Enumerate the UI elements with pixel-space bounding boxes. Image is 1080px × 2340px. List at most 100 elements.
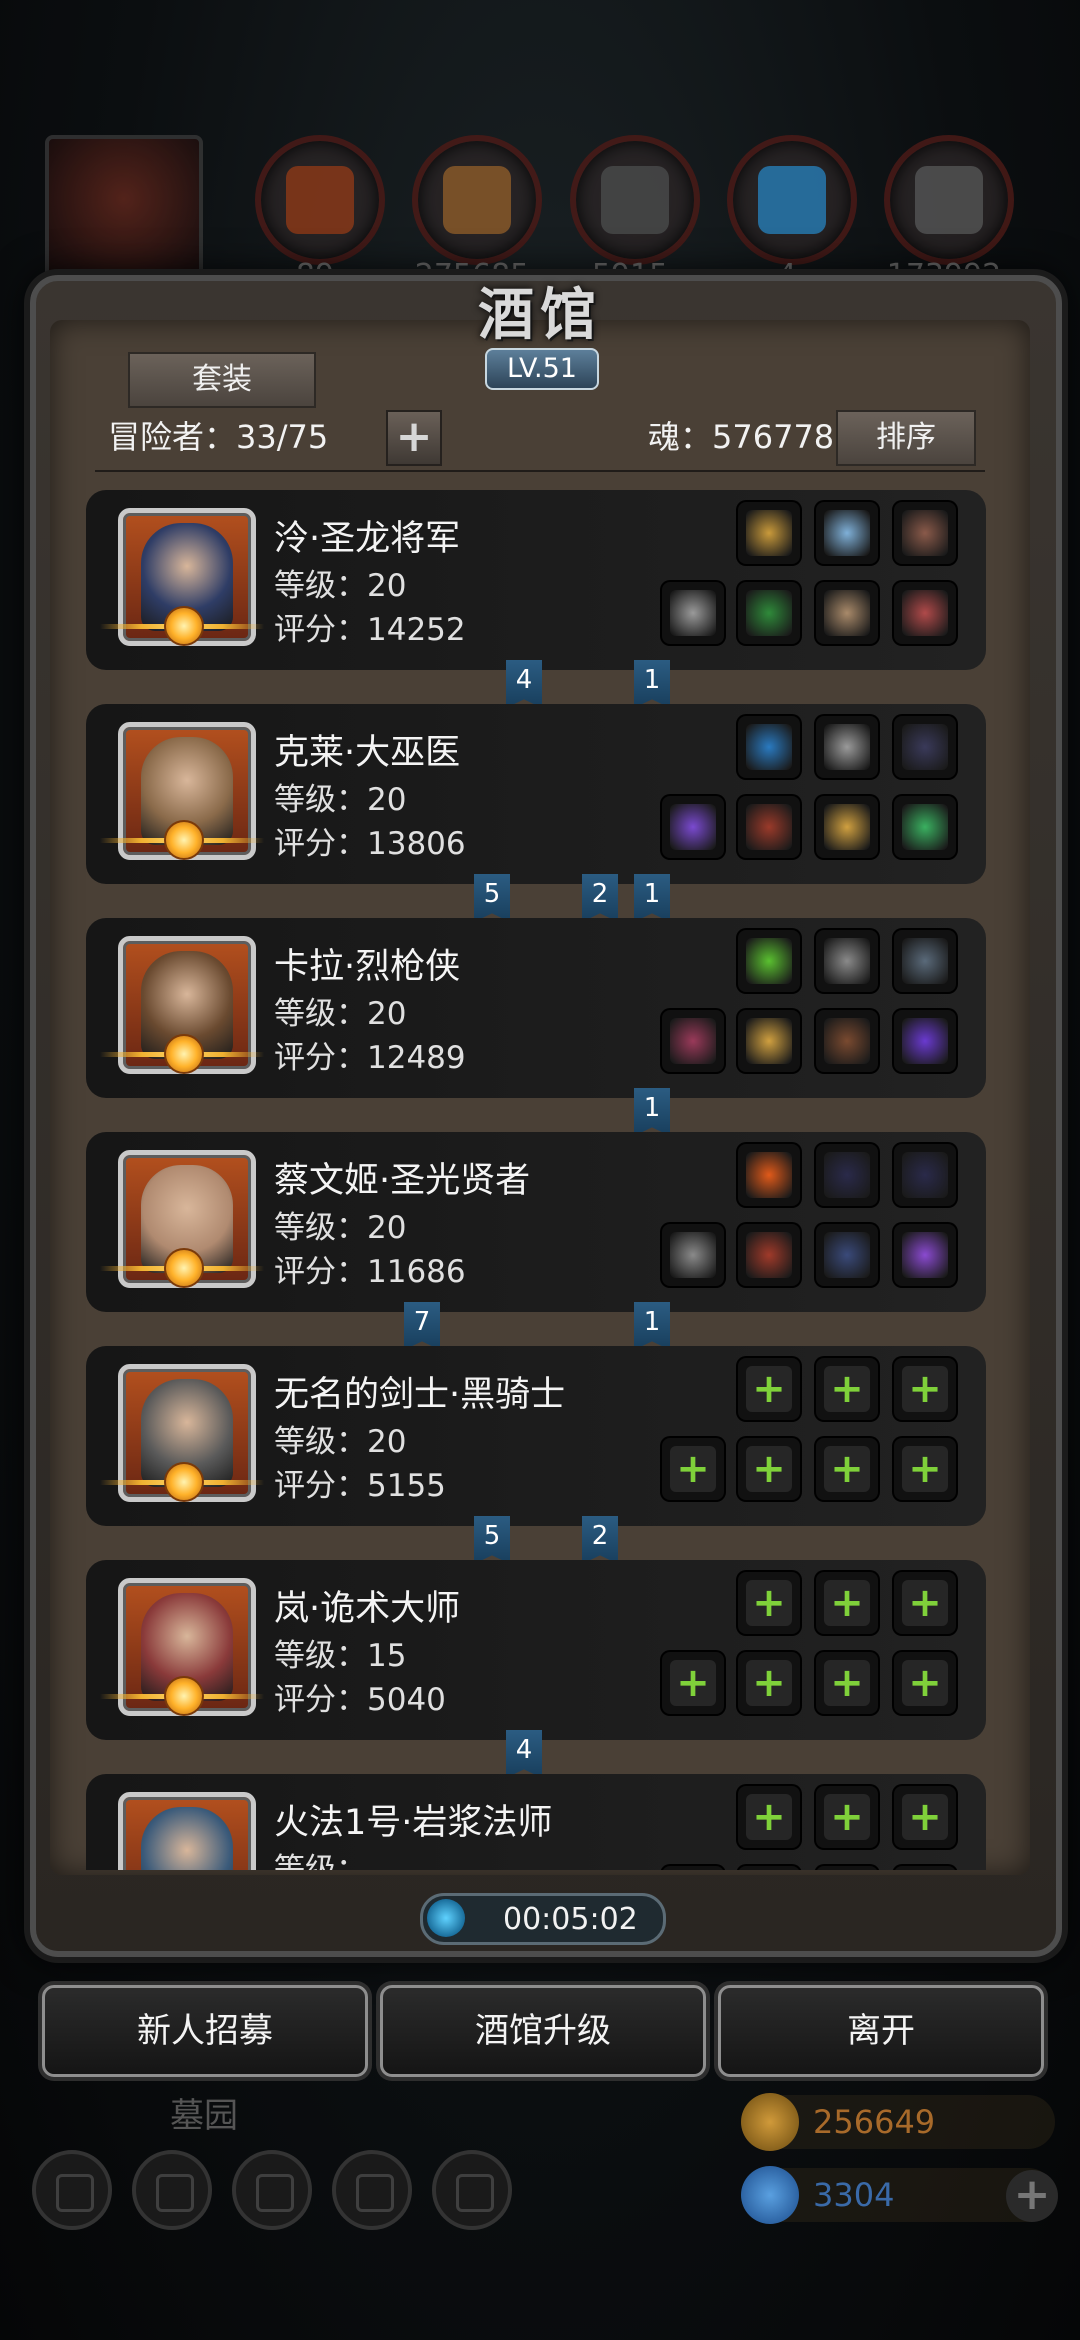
hero-row[interactable]: 火法1号·岩浆法师等级： + + + + + + + bbox=[86, 1774, 986, 1870]
hero-row[interactable]: 克莱·大巫医 等级：20 评分：13806 bbox=[86, 704, 986, 884]
empty-equip-slot[interactable]: + bbox=[816, 1866, 878, 1870]
empty-equip-slot[interactable]: + bbox=[738, 1866, 800, 1870]
equip-slot[interactable] bbox=[738, 796, 800, 858]
equip-slot[interactable] bbox=[894, 716, 956, 778]
gem-amount: 3304 bbox=[813, 2176, 895, 2214]
equip-slot[interactable] bbox=[894, 502, 956, 564]
hero-list[interactable]: 泠·圣龙将军 等级：20 评分：14252 4 1 克莱·大巫医 等级：20 评分：13806… bbox=[86, 490, 986, 1870]
empty-equip-slot[interactable]: + bbox=[816, 1358, 878, 1420]
guild-icon[interactable] bbox=[232, 2150, 312, 2230]
empty-equip-slot[interactable]: + bbox=[894, 1652, 956, 1714]
equipment-icon bbox=[746, 938, 792, 984]
hero-score: 评分：14252 bbox=[274, 612, 466, 648]
hero-name: 克莱·大巫医 bbox=[274, 733, 461, 773]
equip-slot[interactable] bbox=[894, 1010, 956, 1072]
equip-slot[interactable] bbox=[816, 502, 878, 564]
hero-level: 等级：20 bbox=[274, 1424, 407, 1460]
equip-slot[interactable] bbox=[662, 796, 724, 858]
add-equip-icon: + bbox=[662, 1866, 724, 1870]
rank-gem-icon bbox=[164, 1034, 204, 1074]
set-button[interactable]: 套装 bbox=[128, 352, 316, 408]
rank-emblem-icon bbox=[100, 820, 264, 860]
hero-row[interactable]: 卡拉·烈枪侠 等级：20 评分：12489 bbox=[86, 918, 986, 1098]
expand-capacity-button[interactable]: + bbox=[386, 410, 442, 466]
shop-icon[interactable] bbox=[432, 2150, 512, 2230]
settings-icon[interactable] bbox=[32, 2150, 112, 2230]
equipment-icon bbox=[902, 590, 948, 636]
empty-equip-slot[interactable]: + bbox=[894, 1438, 956, 1500]
equip-slot[interactable] bbox=[894, 1144, 956, 1206]
equip-slot[interactable] bbox=[738, 1144, 800, 1206]
upgrade-tavern-button[interactable]: 酒馆升级 bbox=[380, 1985, 706, 2077]
iron-resource-icon bbox=[570, 135, 700, 265]
equip-slot[interactable] bbox=[894, 930, 956, 992]
hero-level: 等级：20 bbox=[274, 1210, 407, 1246]
empty-equip-slot[interactable]: + bbox=[738, 1438, 800, 1500]
sort-button[interactable]: 排序 bbox=[836, 410, 976, 466]
empty-equip-slot[interactable]: + bbox=[738, 1358, 800, 1420]
gold-amount: 256649 bbox=[813, 2103, 936, 2141]
equip-slot[interactable] bbox=[894, 796, 956, 858]
equip-slot[interactable] bbox=[738, 1224, 800, 1286]
hero-score: 评分：11686 bbox=[274, 1254, 466, 1290]
hero-icon[interactable] bbox=[132, 2150, 212, 2230]
equip-slot[interactable] bbox=[816, 1010, 878, 1072]
empty-equip-slot[interactable]: + bbox=[894, 1786, 956, 1848]
equip-slot[interactable] bbox=[662, 582, 724, 644]
page-title: 酒馆 bbox=[478, 282, 602, 348]
empty-equip-slot[interactable]: + bbox=[662, 1438, 724, 1500]
empty-equip-slot[interactable]: + bbox=[816, 1572, 878, 1634]
add-equip-icon: + bbox=[908, 1794, 942, 1840]
timer-bar: 00:05:02 bbox=[420, 1893, 666, 1945]
equip-slot[interactable] bbox=[738, 502, 800, 564]
recruit-button[interactable]: 新人招募 bbox=[42, 1985, 368, 2077]
equip-slot[interactable] bbox=[816, 1144, 878, 1206]
empty-equip-slot[interactable]: + bbox=[662, 1652, 724, 1714]
empty-equip-slot[interactable]: + bbox=[738, 1786, 800, 1848]
equipment-icon bbox=[902, 804, 948, 850]
equip-slot[interactable] bbox=[738, 1010, 800, 1072]
hero-row[interactable]: 蔡文姬·圣光贤者 等级：20 评分：11686 bbox=[86, 1132, 986, 1312]
equip-slot[interactable] bbox=[816, 930, 878, 992]
empty-equip-slot[interactable]: + bbox=[738, 1652, 800, 1714]
equipment-icon bbox=[746, 804, 792, 850]
equipment-icon bbox=[670, 1018, 716, 1064]
rank-gem-icon bbox=[164, 1676, 204, 1716]
empty-equip-slot[interactable]: + bbox=[738, 1572, 800, 1634]
empty-equip-slot[interactable]: + bbox=[894, 1866, 956, 1870]
add-gems-button[interactable]: + bbox=[1006, 2170, 1058, 2222]
equip-slot[interactable] bbox=[894, 1224, 956, 1286]
hero-portrait[interactable] bbox=[118, 1792, 256, 1870]
equipment-icon bbox=[746, 1232, 792, 1278]
rank-gem-icon bbox=[164, 606, 204, 646]
empty-equip-slot[interactable]: + bbox=[894, 1358, 956, 1420]
add-equip-icon: + bbox=[894, 1866, 956, 1870]
equip-slot[interactable] bbox=[816, 1224, 878, 1286]
hero-row[interactable]: 泠·圣龙将军 等级：20 评分：14252 bbox=[86, 490, 986, 670]
equip-slot[interactable] bbox=[816, 796, 878, 858]
empty-equip-slot[interactable]: + bbox=[816, 1652, 878, 1714]
gold-resource: 256649 bbox=[741, 2093, 1055, 2151]
hero-level: 等级：20 bbox=[274, 782, 407, 818]
hero-row[interactable]: 岚·诡术大师 等级：15 评分：5040 + + + + + + + bbox=[86, 1560, 986, 1740]
equipment-icon bbox=[824, 1232, 870, 1278]
equipment-icon bbox=[824, 1018, 870, 1064]
equip-slot[interactable] bbox=[738, 582, 800, 644]
equip-slot[interactable] bbox=[738, 716, 800, 778]
equipment-icon bbox=[746, 1152, 792, 1198]
equip-slot[interactable] bbox=[662, 1224, 724, 1286]
empty-equip-slot[interactable]: + bbox=[816, 1438, 878, 1500]
equip-slot[interactable] bbox=[738, 930, 800, 992]
hero-row[interactable]: 无名的剑士·黑骑士 等级：20 评分：5155 + + + + + + + bbox=[86, 1346, 986, 1526]
set-bonus-marker: 1 bbox=[634, 1302, 670, 1350]
empty-equip-slot[interactable]: + bbox=[662, 1866, 724, 1870]
empty-equip-slot[interactable]: + bbox=[894, 1572, 956, 1634]
equip-slot[interactable] bbox=[816, 716, 878, 778]
equip-slot[interactable] bbox=[816, 582, 878, 644]
equip-slot[interactable] bbox=[894, 582, 956, 644]
mail-icon[interactable] bbox=[332, 2150, 412, 2230]
equip-slot[interactable] bbox=[662, 1010, 724, 1072]
empty-equip-slot[interactable]: + bbox=[816, 1786, 878, 1848]
leave-button[interactable]: 离开 bbox=[718, 1985, 1044, 2077]
add-equip-icon: + bbox=[830, 1660, 864, 1706]
